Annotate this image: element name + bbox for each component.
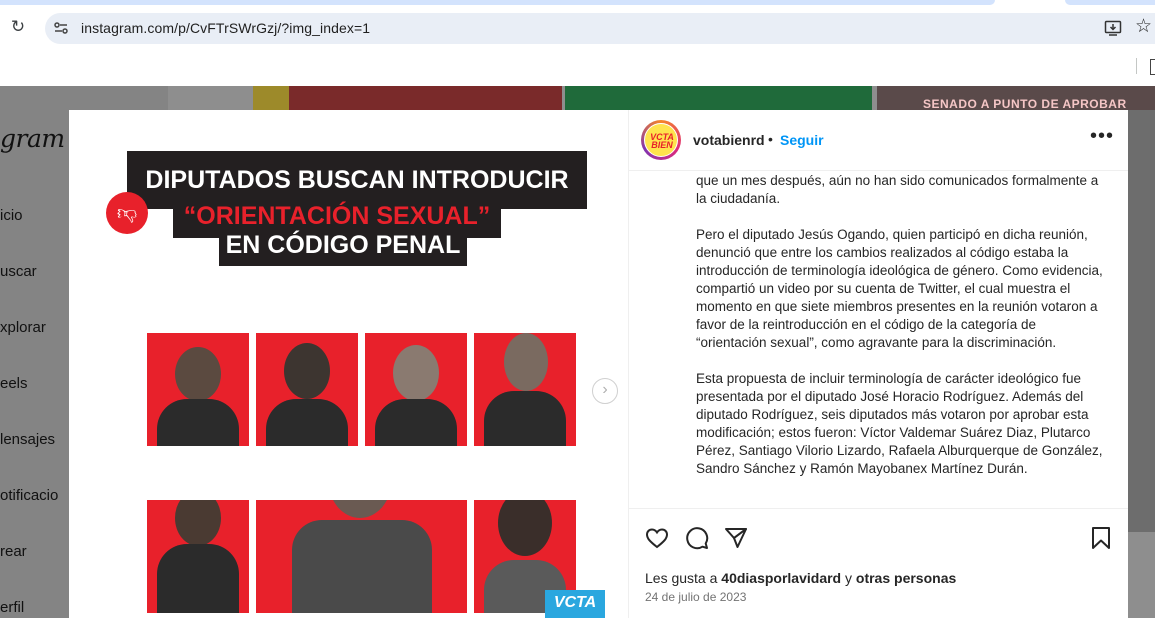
grid-thumbnail-right[interactable] [1128,110,1155,532]
nav-item-profile[interactable]: erfil [0,599,24,616]
nav-item-search[interactable]: uscar [0,263,37,280]
thumbs-down-icon: 👎︎ [106,192,148,234]
avatar-text: VCTA BIEN [650,132,674,150]
nav-item-reels[interactable]: eels [0,375,28,392]
likes-others-link[interactable]: otras personas [856,570,956,586]
liked-by-user-link[interactable]: 40diasporlavidard [721,570,841,586]
post-header: VCTA BIEN votabienrd • Seguir ••• [629,110,1128,171]
headline-line-3: EN CÓDIGO PENAL [219,224,467,266]
post-modal: DIPUTADOS BUSCAN INTRODUCIR “ORIENTACIÓN… [69,110,1128,618]
address-bar[interactable]: instagram.com/p/CvFTrSWrGzj/?img_index=1… [45,13,1155,44]
bookmarks-bar [0,51,1155,86]
instagram-logo[interactable]: gram [0,124,65,153]
site-info-icon[interactable] [53,20,69,36]
bookmark-star-icon[interactable]: ☆ [1135,17,1152,37]
post-caption: que un mes después, aún no han sido comu… [696,172,1106,508]
header-separator: • [768,131,773,147]
bookmarks-separator [1136,58,1137,74]
deputy-photo [474,333,576,446]
nav-item-home[interactable]: icio [0,207,23,224]
deputy-photo [147,333,249,446]
bookmark-folder-icon[interactable] [1150,59,1155,75]
nav-item-create[interactable]: rear [0,543,27,560]
post-actions-bar [629,508,1128,567]
caption-paragraph: Esta propuesta de incluir terminología d… [696,371,1103,476]
url-text[interactable]: instagram.com/p/CvFTrSWrGzj/?img_index=1 [81,20,370,36]
browser-toolbar: ↻ instagram.com/p/CvFTrSWrGzj/?img_index… [0,5,1155,51]
post-date[interactable]: 24 de julio de 2023 [645,590,746,604]
more-options-icon[interactable]: ••• [1090,126,1114,146]
caption-paragraph: que un mes después, aún no han sido comu… [696,173,1099,206]
likes-prefix: Les gusta a [645,570,718,586]
nav-item-explore[interactable]: xplorar [0,319,46,336]
post-details-panel: VCTA BIEN votabienrd • Seguir ••• que un… [628,110,1128,618]
post-image[interactable]: DIPUTADOS BUSCAN INTRODUCIR “ORIENTACIÓN… [69,110,628,618]
vota-bien-logo: VCTA [545,590,605,618]
save-bookmark-icon[interactable] [1089,526,1113,550]
likes-conjunction: y [845,570,852,586]
grid-thumbnail[interactable] [565,86,872,110]
deputy-photo-large [256,500,467,613]
follow-button[interactable]: Seguir [780,132,824,148]
like-heart-icon[interactable] [645,526,669,550]
nav-item-messages[interactable]: lensajes [0,431,55,448]
deputy-photo [365,333,467,446]
profile-avatar[interactable]: VCTA BIEN [641,120,681,160]
deputy-photo [256,333,358,446]
comment-icon[interactable] [685,526,709,550]
deputy-photo [147,500,249,613]
reload-icon[interactable]: ↻ [9,18,27,36]
likes-summary: Les gusta a 40diasporlavidard y otras pe… [645,570,956,586]
grid-banner-text: SENADO A PUNTO DE APROBAR [923,97,1127,111]
caption-paragraph: Pero el diputado Jesús Ogando, quien par… [696,227,1103,350]
nav-item-notifications[interactable]: otificacio [0,487,58,504]
username-link[interactable]: votabienrd [693,132,765,148]
grid-thumbnail[interactable] [289,86,562,110]
avatar-inner: VCTA BIEN [644,123,678,157]
next-image-button[interactable]: › [592,378,618,404]
install-app-icon[interactable] [1104,19,1122,37]
share-paper-plane-icon[interactable] [724,526,748,550]
grid-thumbnail[interactable] [253,86,289,110]
